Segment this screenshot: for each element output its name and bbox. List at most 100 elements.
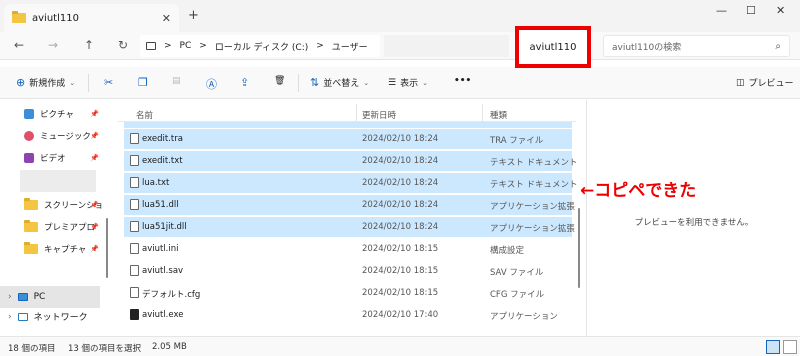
sidebar-item-screenshots[interactable]: スクリーンショ 📌 xyxy=(24,197,103,213)
sidebar-item-videos[interactable]: ビデオ 📌 xyxy=(24,150,99,166)
folder-icon xyxy=(24,198,38,210)
pin-icon: 📌 xyxy=(90,154,99,162)
file-name: デフォルト.cfg xyxy=(142,290,201,300)
minimize-button[interactable]: — xyxy=(716,4,727,17)
preview-label: プレビュー xyxy=(748,79,794,89)
sort-label: 並べ替え xyxy=(323,79,360,89)
refresh-button[interactable]: ↻ xyxy=(118,38,128,52)
new-button[interactable]: ⊕ 新規作成 ⌄ xyxy=(16,76,75,89)
file-icon xyxy=(130,133,139,144)
tab-aviutl110[interactable]: aviutl110 ✕ xyxy=(4,4,179,32)
pin-icon: 📌 xyxy=(90,223,99,231)
up-button[interactable]: ↑ xyxy=(84,38,94,52)
dll-file-icon xyxy=(130,221,139,232)
chevron-right-icon: › xyxy=(8,292,12,302)
table-row[interactable]: aviutl.exe 2024/02/10 17:40 アプリケーション xyxy=(124,305,572,325)
search-input[interactable]: aviutl110の検索 ⌕ xyxy=(603,35,790,57)
sidebar-item-capture[interactable]: キャプチャ 📌 xyxy=(24,241,99,257)
tab-close-icon[interactable]: ✕ xyxy=(162,12,171,25)
preview-pane-icon: ◫ xyxy=(736,77,745,88)
file-type: アプリケーション xyxy=(490,312,558,322)
sidebar-item-music[interactable]: ミュージック 📌 xyxy=(24,128,99,144)
sidebar-item-label: ネットワーク xyxy=(33,313,88,323)
breadcrumb-users[interactable]: ユーザー xyxy=(332,40,368,53)
details-view-icon[interactable] xyxy=(766,340,780,354)
divider xyxy=(298,74,299,92)
file-name: aviutl.exe xyxy=(142,310,184,320)
breadcrumb[interactable]: > PC > ローカル ディスク (C:) > ユーザー xyxy=(140,35,380,57)
file-list-scrollbar[interactable] xyxy=(578,208,580,288)
divider xyxy=(482,104,483,122)
file-date: 2024/02/10 18:24 xyxy=(362,200,439,210)
table-row[interactable]: lua51.dll 2024/02/10 18:24 アプリケーション拡張 xyxy=(124,195,575,215)
column-name[interactable]: 名前 xyxy=(136,109,153,121)
rename-icon[interactable]: Ⓐ xyxy=(206,76,217,92)
preview-message: プレビューを利用できません。 xyxy=(634,218,754,228)
close-window-button[interactable]: ✕ xyxy=(776,4,785,17)
folder-icon xyxy=(12,11,26,23)
file-type: 構成設定 xyxy=(490,246,525,256)
sort-button[interactable]: ⇅ 並べ替え ⌄ xyxy=(310,76,369,89)
file-date: 2024/02/10 18:15 xyxy=(362,288,439,298)
table-row[interactable]: exedit.txt 2024/02/10 18:24 テキスト ドキュメント xyxy=(124,151,577,171)
sidebar-scrollbar[interactable] xyxy=(106,218,108,278)
table-row[interactable]: lua.txt 2024/02/10 18:24 テキスト ドキュメント xyxy=(124,173,577,193)
new-label: 新規作成 xyxy=(29,79,66,89)
sidebar-item-pc[interactable]: › PC xyxy=(0,286,100,308)
new-tab-button[interactable]: + xyxy=(188,8,199,23)
pictures-icon xyxy=(24,109,34,119)
back-button[interactable]: ← xyxy=(14,38,24,52)
file-date: 2024/02/10 18:24 xyxy=(362,222,439,232)
table-row[interactable]: exedit.tra 2024/02/10 18:24 TRA ファイル xyxy=(124,129,572,149)
sidebar-item-pictures[interactable]: ピクチャ 📌 xyxy=(24,106,99,122)
file-name: lua51.dll xyxy=(142,200,179,210)
table-row[interactable]: デフォルト.cfg 2024/02/10 18:15 CFG ファイル xyxy=(124,283,572,303)
settings-file-icon xyxy=(130,243,139,254)
more-options-button[interactable]: ••• xyxy=(454,76,471,86)
breadcrumb-drive[interactable]: ローカル ディスク (C:) xyxy=(215,40,308,53)
blurred-sidebar-item xyxy=(20,170,96,192)
sidebar-item-label: プレミアプロ xyxy=(44,223,96,233)
chevron-down-icon: ⌄ xyxy=(363,78,370,87)
view-button[interactable]: ☰ 表示 ⌄ xyxy=(388,76,428,90)
copy-icon[interactable]: ❐ xyxy=(138,76,148,89)
sidebar-item-label: ピクチャ xyxy=(40,110,74,120)
computer-icon xyxy=(17,293,28,301)
file-name: lua51jit.dll xyxy=(142,222,187,232)
sidebar-item-label: キャプチャ xyxy=(44,245,87,255)
sidebar-item-premiere[interactable]: プレミアプロ 📌 xyxy=(24,219,99,235)
maximize-button[interactable]: ☐ xyxy=(746,4,756,17)
table-row[interactable]: aviutl.sav 2024/02/10 18:15 SAV ファイル xyxy=(124,261,572,281)
column-type[interactable]: 種類 xyxy=(490,109,507,121)
delete-icon[interactable]: 🗑 xyxy=(274,76,285,86)
share-icon[interactable]: ⇪ xyxy=(240,76,249,89)
music-icon xyxy=(24,131,34,141)
cut-icon[interactable]: ✂ xyxy=(104,76,113,89)
search-icon: ⌕ xyxy=(775,40,781,52)
chevron-down-icon: ⌄ xyxy=(69,78,76,87)
highlighted-folder-name[interactable]: aviutl110 xyxy=(515,26,591,68)
file-name: exedit.txt xyxy=(142,156,183,166)
forward-button[interactable]: → xyxy=(48,38,58,52)
file-type: TRA ファイル xyxy=(490,136,544,146)
breadcrumb-pc[interactable]: PC xyxy=(180,41,192,51)
paste-icon[interactable]: ▤ xyxy=(172,76,181,86)
table-row[interactable]: aviutl.ini 2024/02/10 18:15 構成設定 xyxy=(124,239,572,259)
sort-icon: ⇅ xyxy=(310,76,320,89)
tiles-view-icon[interactable] xyxy=(783,340,797,354)
selection-size: 2.05 MB xyxy=(152,342,187,352)
file-type: CFG ファイル xyxy=(490,290,545,300)
file-type: SAV ファイル xyxy=(490,268,544,278)
column-date[interactable]: 更新日時 xyxy=(362,109,396,121)
search-placeholder: aviutl110の検索 xyxy=(612,42,682,53)
pin-icon: 📌 xyxy=(90,245,99,253)
preview-button[interactable]: ◫ プレビュー xyxy=(736,76,794,90)
table-row[interactable]: lua51jit.dll 2024/02/10 18:24 アプリケーション拡張 xyxy=(124,217,575,237)
table-row-partial[interactable] xyxy=(124,122,572,128)
pin-icon: 📌 xyxy=(90,110,99,118)
exe-file-icon xyxy=(130,309,139,320)
file-name: aviutl.sav xyxy=(142,266,184,276)
blurred-path xyxy=(384,35,509,57)
file-type: テキスト ドキュメント xyxy=(490,158,578,168)
sidebar-item-network[interactable]: › ネットワーク xyxy=(0,310,88,324)
